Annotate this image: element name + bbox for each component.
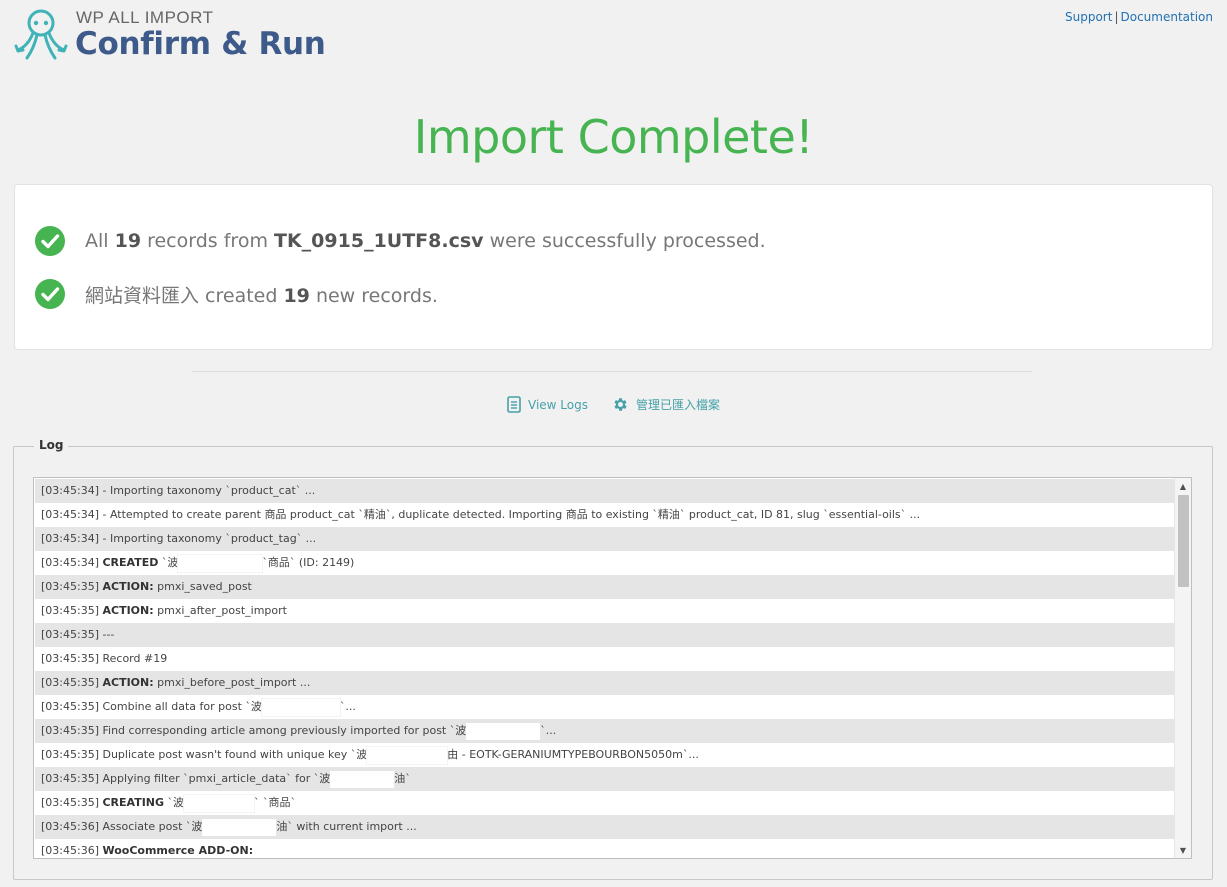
redacted-text xyxy=(367,746,448,764)
log-text: [03:45:36] xyxy=(41,844,103,857)
log-text: [03:45:35] Combine all data for post `波 xyxy=(41,700,262,713)
view-logs-button[interactable]: View Logs xyxy=(507,396,588,413)
log-text: ` `商品` xyxy=(254,796,297,809)
log-text: 油` xyxy=(394,772,411,785)
log-text: [03:45:34] - Importing taxonomy `product… xyxy=(41,532,317,545)
log-keyword: ACTION: xyxy=(102,676,154,689)
summary-text: were successfully processed. xyxy=(483,230,766,252)
log-text: pmxi_after_post_import xyxy=(153,604,287,617)
log-row: [03:45:35] ACTION: pmxi_before_post_impo… xyxy=(35,671,1174,695)
manage-imports-label: 管理已匯入檔案 xyxy=(635,398,720,412)
top-links: Support | Documentation xyxy=(1065,10,1213,24)
log-text: `波 xyxy=(158,556,179,569)
log-keyword: CREATED xyxy=(102,556,159,569)
log-row: [03:45:35] Duplicate post wasn't found w… xyxy=(35,743,1174,767)
divider xyxy=(192,371,1032,372)
log-row: [03:45:35] Record #19 xyxy=(35,647,1174,671)
view-logs-label: View Logs xyxy=(528,397,588,412)
log-text: `... xyxy=(339,700,356,713)
manage-imports-button[interactable]: 管理已匯入檔案 xyxy=(612,396,720,413)
log-text: 由 - EOTK-GERANIUMTYPEBOURBON5050m`... xyxy=(447,748,699,761)
scroll-down-arrow-icon[interactable]: ▼ xyxy=(1175,842,1191,858)
file-name: TK_0915_1UTF8.csv xyxy=(274,230,484,252)
record-count: 19 xyxy=(114,230,142,252)
log-text: `... xyxy=(540,724,557,737)
log-text: [03:45:35] Find corresponding article am… xyxy=(41,724,467,737)
log-row: [03:45:34] CREATED `波 `商品` (ID: 2149) xyxy=(35,551,1174,575)
log-text: [03:45:35] xyxy=(41,580,103,593)
documentation-link[interactable]: Documentation xyxy=(1120,10,1213,24)
log-keyword: CREATING xyxy=(102,796,165,809)
log-row: [03:45:35] Applying filter `pmxi_article… xyxy=(35,767,1174,791)
log-row: [03:45:34] - Importing taxonomy `product… xyxy=(35,527,1174,551)
log-row: [03:45:34] - Attempted to create parent … xyxy=(35,503,1174,527)
log-row: [03:45:35] ACTION: pmxi_saved_post xyxy=(35,575,1174,599)
log-keyword: WooCommerce ADD-ON: xyxy=(102,844,254,857)
check-circle-icon xyxy=(35,226,65,256)
scroll-up-arrow-icon[interactable]: ▲ xyxy=(1175,478,1191,494)
log-row: [03:45:35] Combine all data for post `波 `… xyxy=(35,695,1174,719)
summary-created-line: 網站資料匯入 created 19 new records. xyxy=(35,279,438,309)
log-text: [03:45:34] - Importing taxonomy `product… xyxy=(41,484,316,497)
created-count: 19 xyxy=(283,284,310,307)
log-text: [03:45:36] Associate post `波 xyxy=(41,820,203,833)
action-links: View Logs 管理已匯入檔案 xyxy=(0,396,1227,413)
log-text: pmxi_saved_post xyxy=(153,580,252,593)
log-legend: Log xyxy=(34,438,69,452)
log-text: [03:45:35] Applying filter `pmxi_article… xyxy=(41,772,331,785)
log-row: [03:45:36] WooCommerce ADD-ON: xyxy=(35,839,1174,858)
support-link[interactable]: Support xyxy=(1065,10,1112,24)
summary-text: records from xyxy=(141,230,274,252)
redacted-text xyxy=(202,818,277,836)
import-complete-heading: Import Complete! xyxy=(413,110,814,164)
log-panel: Log [03:45:34] - Importing taxonomy `pro… xyxy=(13,438,1213,880)
log-scrollbar[interactable]: ▲ ▼ xyxy=(1174,478,1191,858)
redacted-text xyxy=(178,554,263,572)
redacted-text xyxy=(184,794,255,812)
link-separator: | xyxy=(1114,10,1119,24)
log-output[interactable]: [03:45:34] - Importing taxonomy `product… xyxy=(33,477,1192,859)
log-text: [03:45:35] xyxy=(41,796,103,809)
log-row: [03:45:35] CREATING `波 ` `商品` xyxy=(35,791,1174,815)
log-row: [03:45:34] - Importing taxonomy `product… xyxy=(35,479,1174,503)
log-rows: [03:45:34] - Importing taxonomy `product… xyxy=(35,479,1174,858)
log-text: [03:45:35] xyxy=(41,604,103,617)
log-keyword: ACTION: xyxy=(102,580,154,593)
log-text: [03:45:34] - Attempted to create parent … xyxy=(41,508,921,521)
log-text: 油` with current import ... xyxy=(276,820,417,833)
log-text: `波 xyxy=(164,796,185,809)
log-text: [03:45:35] Duplicate post wasn't found w… xyxy=(41,748,368,761)
summary-processed-line: All 19 records from TK_0915_1UTF8.csv we… xyxy=(35,226,766,256)
summary-text: 網站資料匯入 created xyxy=(85,284,284,307)
scroll-thumb[interactable] xyxy=(1178,495,1189,587)
redacted-text xyxy=(330,770,395,788)
log-row: [03:45:35] --- xyxy=(35,623,1174,647)
page-title: Confirm & Run xyxy=(75,26,326,62)
redacted-text xyxy=(466,722,541,740)
document-icon xyxy=(507,396,521,413)
log-row: [03:45:36] Associate post `波 油` with curr… xyxy=(35,815,1174,839)
gear-icon xyxy=(614,398,627,411)
log-text: pmxi_before_post_import ... xyxy=(153,676,311,689)
log-text: [03:45:35] --- xyxy=(41,628,115,641)
log-row: [03:45:35] ACTION: pmxi_after_post_impor… xyxy=(35,599,1174,623)
log-row: [03:45:35] Find corresponding article am… xyxy=(35,719,1174,743)
redacted-text xyxy=(261,698,340,716)
log-text: [03:45:34] xyxy=(41,556,103,569)
log-text: `商品` (ID: 2149) xyxy=(262,556,355,569)
log-text: [03:45:35] xyxy=(41,676,103,689)
check-circle-icon xyxy=(35,279,65,309)
octopus-logo-icon xyxy=(14,9,68,60)
brand-name: WP ALL IMPORT xyxy=(76,8,214,27)
summary-text: new records. xyxy=(309,284,438,307)
summary-card: All 19 records from TK_0915_1UTF8.csv we… xyxy=(14,184,1213,350)
log-keyword: ACTION: xyxy=(102,604,154,617)
log-text: [03:45:35] Record #19 xyxy=(41,652,168,665)
summary-text: All xyxy=(85,230,115,252)
